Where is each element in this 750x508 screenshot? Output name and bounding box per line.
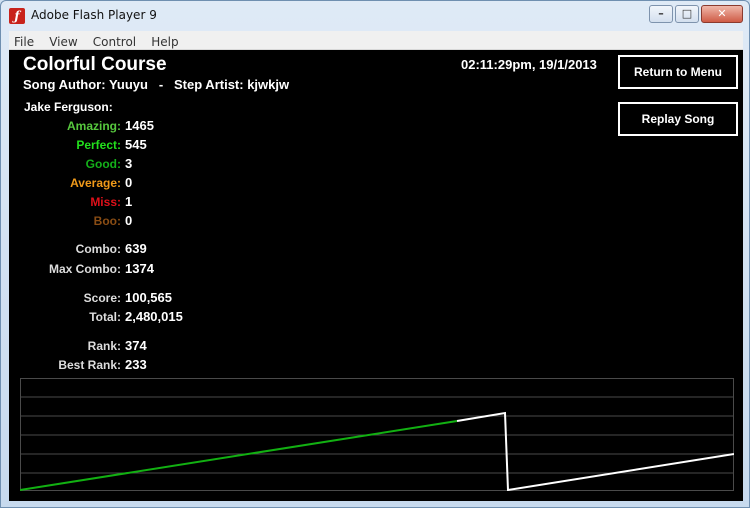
max-combo-value: 1374: [125, 261, 154, 276]
rank-value: 374: [125, 338, 147, 353]
total-label: Total:: [89, 310, 121, 324]
total-value: 2,480,015: [125, 309, 183, 324]
menu-control[interactable]: Control: [88, 33, 141, 51]
flash-player-icon: ƒ: [9, 8, 25, 24]
good-label: Good:: [85, 157, 121, 171]
menu-file[interactable]: File: [9, 33, 39, 51]
maximize-icon: □: [681, 7, 693, 20]
title-bar[interactable]: ƒ Adobe Flash Player 9 – □ ✕: [1, 1, 749, 31]
menu-view[interactable]: View: [44, 33, 82, 51]
minimize-icon: –: [658, 7, 664, 20]
song-author: Yuuyu: [108, 77, 148, 92]
menu-help[interactable]: Help: [146, 33, 183, 51]
miss-label: Miss:: [90, 195, 121, 209]
game-stage: Colorful Course Song Author: Yuuyu - Ste…: [9, 50, 743, 501]
score-value: 100,565: [125, 290, 172, 305]
boo-value: 0: [125, 213, 133, 228]
best-rank-label: Best Rank:: [58, 358, 121, 372]
player-name: Jake Ferguson:: [24, 100, 113, 114]
average-value: 0: [125, 175, 133, 190]
window-title: Adobe Flash Player 9: [31, 8, 157, 22]
song-meta: Song Author: Yuuyu - Step Artist: kjwkjw: [23, 77, 289, 92]
average-label: Average:: [70, 176, 121, 190]
amazing-label: Amazing:: [67, 119, 121, 133]
step-artist-label: Step Artist:: [174, 77, 244, 92]
miss-value: 1: [125, 194, 133, 209]
best-rank-value: 233: [125, 357, 147, 372]
combo-line-after: [456, 411, 734, 491]
step-artist: kjwkjw: [247, 77, 290, 92]
meta-separator: -: [158, 77, 164, 92]
max-combo-label: Max Combo:: [49, 262, 121, 276]
result-datetime: 02:11:29pm, 19/1/2013: [461, 57, 597, 72]
score-label: Score:: [83, 291, 121, 305]
maximize-button[interactable]: □: [675, 5, 699, 23]
flash-player-window: ƒ Adobe Flash Player 9 – □ ✕ File View C…: [0, 0, 750, 508]
song-author-label: Song Author:: [23, 77, 106, 92]
minimize-button[interactable]: –: [649, 5, 673, 23]
close-icon: ✕: [717, 7, 727, 20]
boo-label: Boo:: [93, 214, 121, 228]
good-value: 3: [125, 156, 133, 171]
perfect-label: Perfect:: [76, 138, 121, 152]
combo-graph: [20, 378, 734, 491]
close-button[interactable]: ✕: [701, 5, 743, 23]
replay-song-button[interactable]: Replay Song: [618, 102, 738, 136]
return-to-menu-button[interactable]: Return to Menu: [618, 55, 738, 89]
rank-label: Rank:: [87, 339, 121, 353]
menu-bar: File View Control Help: [9, 31, 743, 50]
amazing-value: 1465: [125, 118, 154, 133]
combo-line-full: [20, 420, 458, 491]
combo-label: Combo:: [75, 242, 121, 256]
song-title: Colorful Course: [23, 54, 167, 75]
combo-value: 639: [125, 241, 147, 256]
perfect-value: 545: [125, 137, 147, 152]
